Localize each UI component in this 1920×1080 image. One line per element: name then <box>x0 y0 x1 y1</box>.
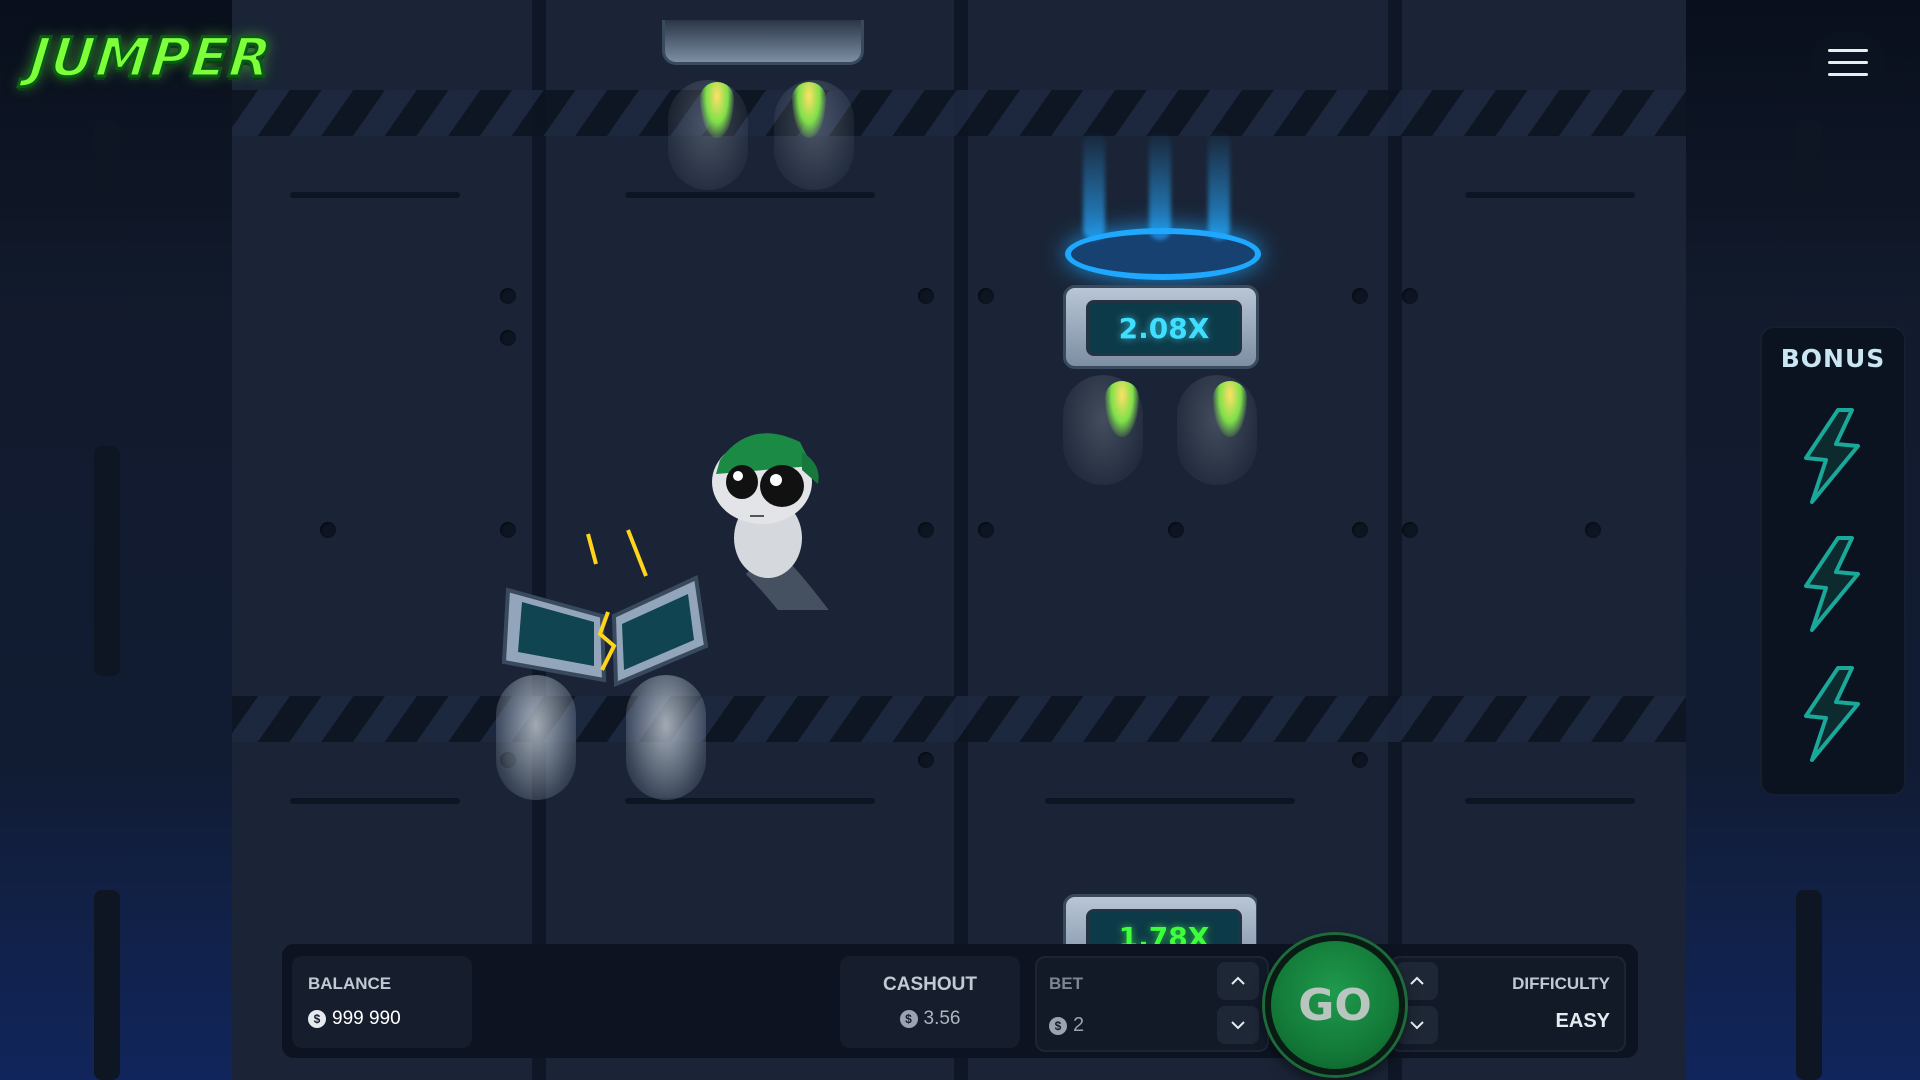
light-beam <box>1208 130 1230 240</box>
wall-bar <box>94 446 120 676</box>
panel-slot <box>1465 798 1635 804</box>
go-button[interactable]: GO <box>1265 935 1405 1075</box>
balance-label: BALANCE <box>308 974 392 993</box>
rivet <box>320 522 336 538</box>
cashout-label: CASHOUT <box>883 974 977 995</box>
difficulty-label: DIFFICULTY <box>1512 974 1610 993</box>
panel-slot <box>1465 192 1635 198</box>
rivet <box>978 288 994 304</box>
rivet <box>1352 752 1368 768</box>
rivet <box>918 752 934 768</box>
wall-bar <box>94 890 120 1080</box>
dollar-coin-icon: $ <box>308 1010 326 1028</box>
cashout-value: 3.56 <box>923 1008 961 1029</box>
dollar-coin-icon: $ <box>1049 1016 1067 1035</box>
panel-slot <box>625 192 875 198</box>
bet-input[interactable]: 2 <box>1073 1014 1084 1037</box>
hamburger-menu-icon[interactable] <box>1810 32 1886 92</box>
chevron-down-icon <box>1410 1021 1424 1030</box>
wall-bar <box>94 120 120 190</box>
control-bar: BALANCE $ 999 990 CASHOUT $ 3.56 BET $ 2 <box>282 944 1638 1058</box>
cashout-value-row: $ 3.56 <box>840 1008 1020 1030</box>
column-divider <box>954 0 968 1080</box>
multiplier-label: 2.08X <box>1086 300 1242 356</box>
lightning-bolt-icon <box>1804 408 1860 504</box>
wall-bar <box>1796 120 1822 190</box>
rivet <box>1168 522 1184 538</box>
rivet <box>1585 522 1601 538</box>
platform-offscreen <box>662 20 864 190</box>
lightning-bolt-icon <box>1804 666 1860 762</box>
rivet <box>918 522 934 538</box>
rivet <box>1402 522 1418 538</box>
bet-increase-button[interactable] <box>1217 962 1259 1000</box>
bet-label: BET <box>1049 974 1083 993</box>
chevron-up-icon <box>1231 976 1245 985</box>
hazard-stripe <box>232 696 1686 742</box>
dollar-coin-icon: $ <box>899 1010 918 1028</box>
rivet <box>500 288 516 304</box>
difficulty-value[interactable]: EASY <box>1556 1010 1610 1033</box>
light-beam <box>1083 130 1105 240</box>
panel-slot <box>1045 798 1295 804</box>
hazard-stripe <box>232 90 1686 136</box>
rivet <box>500 330 516 346</box>
chevron-down-icon <box>1231 1021 1245 1030</box>
rivet <box>978 522 994 538</box>
game-logo: JUMPER <box>25 25 276 91</box>
difficulty-box: DIFFICULTY EASY <box>1390 956 1626 1052</box>
balance-value: 999 990 <box>332 1008 401 1029</box>
wall-panel <box>232 0 532 1080</box>
wall-panel <box>1402 0 1686 1080</box>
bet-box: BET $ 2 <box>1035 956 1269 1052</box>
bet-decrease-button[interactable] <box>1217 1006 1259 1044</box>
rivet <box>1352 288 1368 304</box>
multiplier-platform: 2.08X <box>1063 285 1259 485</box>
light-beam <box>1149 130 1171 240</box>
alien-character <box>690 420 897 731</box>
rivet <box>1402 288 1418 304</box>
bonus-title: BONUS <box>1780 344 1886 373</box>
balance-box: BALANCE $ 999 990 <box>292 956 472 1048</box>
panel-slot <box>290 192 460 198</box>
balance-value-row: $ 999 990 <box>308 1008 401 1030</box>
wall-bar <box>1796 890 1822 1080</box>
bet-value-row: $ 2 <box>1049 1014 1084 1037</box>
cashout-button[interactable]: CASHOUT $ 3.56 <box>840 956 1020 1048</box>
rivet <box>918 288 934 304</box>
panel-slot <box>290 798 460 804</box>
bonus-panel: BONUS <box>1760 326 1906 796</box>
rivet <box>1352 522 1368 538</box>
column-divider <box>1388 0 1402 1080</box>
portal-ring <box>1065 228 1261 280</box>
lightning-bolt-icon <box>1804 536 1860 632</box>
game-scene: 2.08X 1.78X JUMPER BONUS BALANCE $ 999 9… <box>0 0 1920 1080</box>
chevron-up-icon <box>1410 976 1424 985</box>
